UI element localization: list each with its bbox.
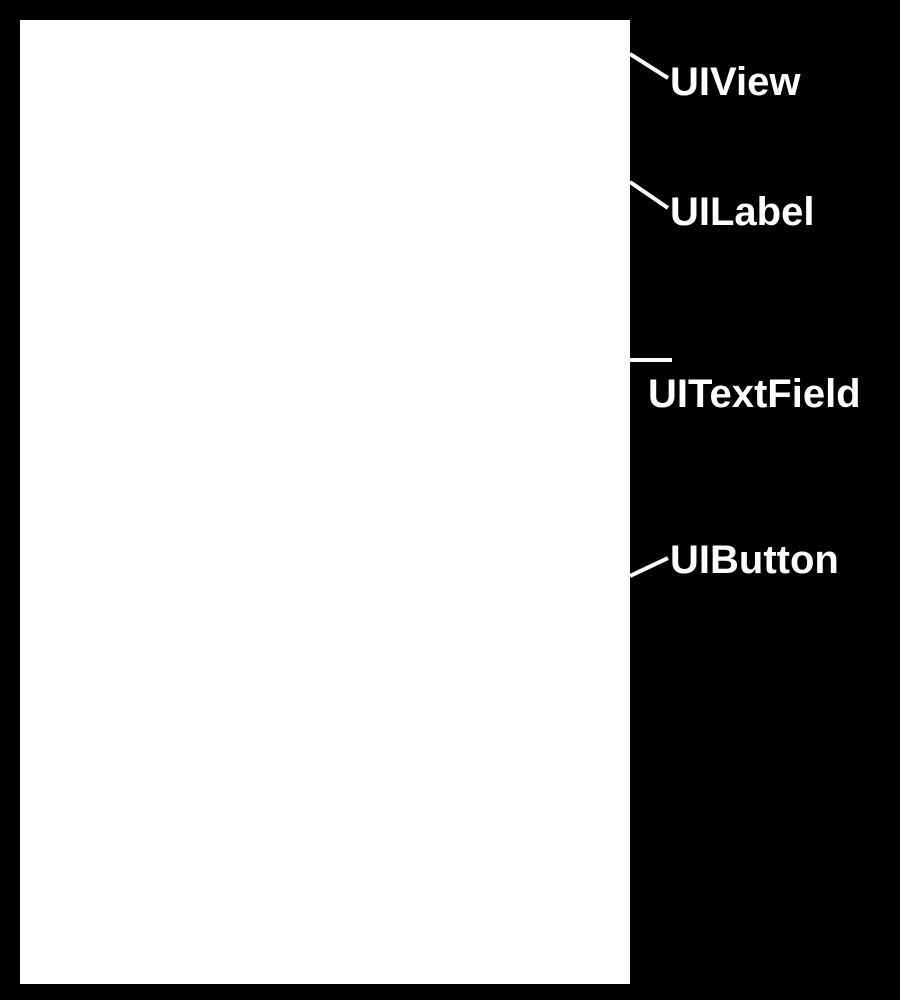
callout-label: UIButton [670,540,839,580]
callout-leader-line [630,358,672,362]
uiview-rect [18,18,632,986]
callout-leader-line [629,556,669,578]
callout-label: UIView [670,62,800,102]
callout-leader-line [629,180,669,209]
callout-label: UITextField [648,374,861,414]
callout-label: UILabel [670,192,814,232]
callout-leader-line [629,52,669,79]
diagram-stage: UIView UILabel UITextField UIButton [0,0,900,1000]
